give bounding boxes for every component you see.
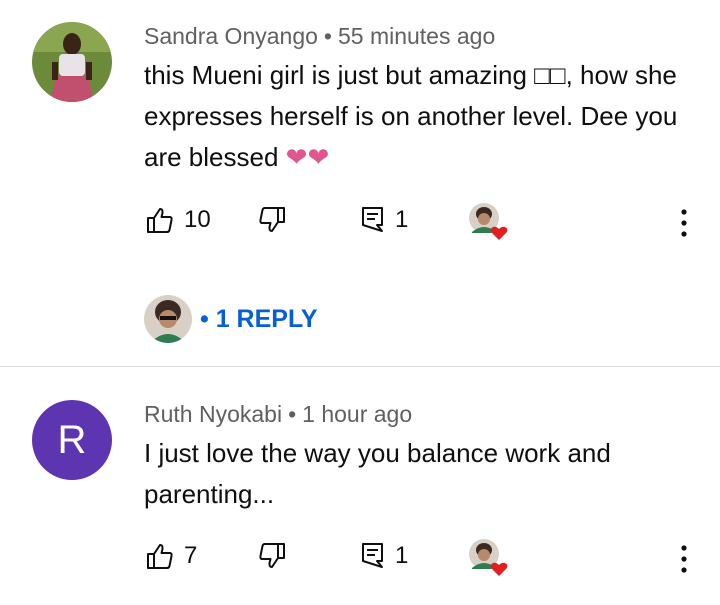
reply-count: 1	[395, 206, 409, 233]
comment-meta: Ruth Nyokabi • 1 hour ago	[144, 401, 412, 428]
author-name[interactable]: Sandra Onyango	[144, 23, 318, 49]
reply-count: 1	[395, 542, 409, 569]
comment-time: 55 minutes ago	[337, 23, 496, 49]
kebab-menu-icon	[681, 209, 687, 237]
dislike-button[interactable]	[258, 206, 286, 234]
view-replies-button[interactable]: • 1 REPLY	[144, 294, 318, 344]
reply-author-avatar	[144, 295, 192, 343]
comment-text: I just love the way you balance work and…	[144, 433, 684, 515]
thumbs-down-icon	[259, 207, 285, 232]
like-button[interactable]: 7	[146, 542, 197, 570]
more-options-button[interactable]	[676, 544, 692, 574]
creator-heart-badge	[468, 202, 508, 242]
more-options-button[interactable]	[676, 208, 692, 238]
avatar[interactable]	[32, 22, 112, 102]
like-count: 10	[184, 206, 211, 233]
comment-item: R Ruth Nyokabi • 1 hour ago I just love th…	[0, 367, 720, 605]
comment-icon	[362, 543, 383, 568]
comment-time: 1 hour ago	[302, 401, 413, 427]
heart-emoji: ❤❤	[285, 142, 330, 172]
comment-actions: 7 1	[0, 538, 720, 578]
thumbs-down-icon	[259, 543, 285, 568]
comment-actions: 10 1	[0, 202, 720, 242]
avatar[interactable]: R	[32, 400, 112, 480]
meta-separator: •	[288, 401, 297, 427]
avatar-letter: R	[57, 418, 87, 462]
reply-button[interactable]: 1	[361, 542, 408, 570]
creator-heart-icon	[469, 539, 508, 576]
thumbs-up-icon	[147, 544, 173, 569]
comment-text: this Mueni girl is just but amazing □□, …	[144, 55, 684, 178]
comment-item: Sandra Onyango • 55 minutes ago this Mueni…	[0, 0, 720, 366]
dislike-button[interactable]	[258, 542, 286, 570]
reply-button[interactable]: 1	[361, 206, 408, 234]
comment-meta: Sandra Onyango • 55 minutes ago	[144, 23, 495, 50]
kebab-menu-icon	[681, 545, 687, 573]
creator-heart-icon	[469, 203, 508, 240]
meta-separator: •	[323, 23, 332, 49]
creator-heart-badge	[468, 538, 508, 578]
comment-body: this Mueni girl is just but amazing □□, …	[144, 60, 678, 172]
comment-icon	[362, 207, 383, 232]
comment-body: I just love the way you balance work and…	[144, 438, 611, 509]
author-name[interactable]: Ruth Nyokabi	[144, 401, 282, 427]
thumbs-up-icon	[147, 208, 173, 233]
like-count: 7	[184, 542, 198, 569]
like-button[interactable]: 10	[146, 206, 211, 234]
view-replies-label: • 1 REPLY	[200, 304, 318, 333]
